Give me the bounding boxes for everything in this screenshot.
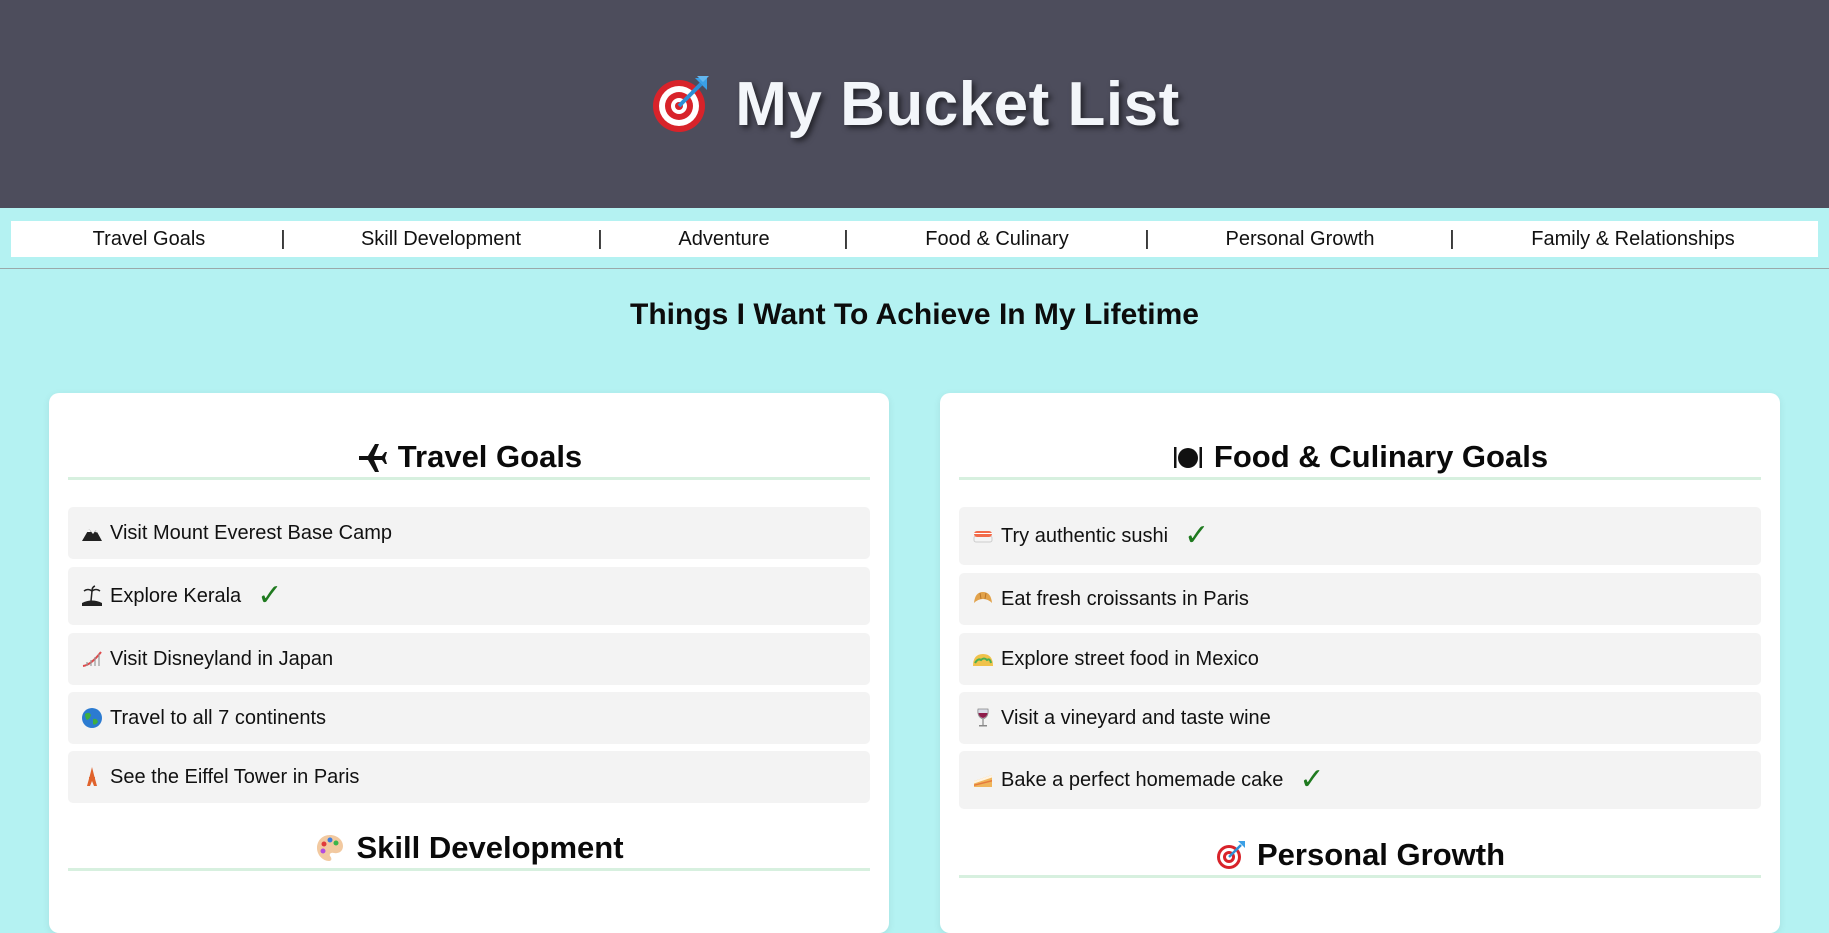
- palette-icon: [317, 835, 344, 861]
- nav-bar: Travel Goals | Skill Development | Adven…: [11, 221, 1818, 257]
- nav-item-skill-development[interactable]: Skill Development: [361, 221, 521, 257]
- taco-icon: [973, 654, 993, 666]
- list-item-text: Visit Disneyland in Japan: [110, 647, 334, 670]
- section-title-label: Food & Culinary Goals: [1213, 439, 1549, 474]
- section-divider: [68, 868, 870, 871]
- wine-glass-icon: [977, 708, 989, 727]
- list-item[interactable]: Travel to all 7 continents: [68, 692, 870, 744]
- goals-card-right: Food & Culinary Goals Try authentic sush…: [940, 393, 1780, 933]
- section-title-label: Personal Growth: [1256, 837, 1506, 872]
- cake-icon: [974, 775, 992, 787]
- list-item[interactable]: Try authentic sushi ✓: [959, 507, 1761, 565]
- goals-card-left: Travel Goals Visit Mount Everest Base Ca…: [49, 393, 889, 933]
- nav-item-adventure[interactable]: Adventure: [678, 221, 769, 257]
- airplane-icon: [358, 444, 387, 472]
- list-item[interactable]: Bake a perfect homemade cake ✓: [959, 751, 1761, 809]
- list-item[interactable]: Explore Kerala ✓: [68, 567, 870, 625]
- section-divider: [959, 875, 1761, 878]
- sushi-icon: [973, 531, 993, 543]
- target-dart-icon: [653, 76, 710, 132]
- page-header: My Bucket List: [0, 0, 1829, 208]
- section-title-label: Skill Development: [356, 830, 624, 865]
- list-item[interactable]: Visit a vineyard and taste wine: [959, 692, 1761, 744]
- section-title-personal-growth: Personal Growth: [959, 837, 1761, 873]
- nav-separator: |: [1144, 228, 1150, 250]
- tower-icon: [87, 767, 97, 786]
- list-item[interactable]: Explore street food in Mexico: [959, 633, 1761, 685]
- nav-separator: |: [843, 228, 849, 250]
- list-item-text: Explore street food in Mexico: [1001, 647, 1259, 670]
- page-heading: Things I Want To Achieve In My Lifetime: [630, 298, 1199, 331]
- nav-separator: |: [597, 228, 603, 250]
- section-title-travel: Travel Goals: [68, 439, 870, 475]
- nav-item-travel-goals[interactable]: Travel Goals: [93, 221, 206, 257]
- section-title-skill-development: Skill Development: [68, 830, 870, 866]
- section-title-label: Travel Goals: [397, 439, 583, 474]
- list-item[interactable]: Visit Mount Everest Base Camp: [68, 507, 870, 559]
- globe-icon: [82, 708, 102, 728]
- roller-coaster-icon: [82, 651, 102, 667]
- list-item[interactable]: See the Eiffel Tower in Paris: [68, 751, 870, 803]
- list-item-text: Explore Kerala: [110, 584, 242, 607]
- nav-item-family-relationships[interactable]: Family & Relationships: [1531, 221, 1734, 257]
- completed-check-icon: ✓: [1184, 519, 1210, 552]
- nav-separator: |: [280, 228, 286, 250]
- list-item[interactable]: Eat fresh croissants in Paris: [959, 573, 1761, 625]
- mountain-icon: [82, 529, 102, 541]
- plate-cutlery-icon: [1173, 447, 1202, 468]
- target-dart-icon: [1216, 841, 1245, 869]
- list-item-text: Visit Mount Everest Base Camp: [110, 521, 392, 544]
- nav-bar-strip: Travel Goals | Skill Development | Adven…: [0, 208, 1829, 269]
- header-title-group: My Bucket List: [649, 69, 1180, 140]
- nav-item-food-culinary[interactable]: Food & Culinary: [925, 221, 1068, 257]
- list-item-text: Try authentic sushi: [1001, 524, 1169, 547]
- completed-check-icon: ✓: [1299, 763, 1325, 796]
- island-icon: [82, 585, 102, 606]
- list-item-text: Travel to all 7 continents: [110, 706, 327, 729]
- list-item-text: See the Eiffel Tower in Paris: [110, 765, 360, 788]
- list-item-text: Bake a perfect homemade cake: [1001, 768, 1284, 791]
- list-item[interactable]: Visit Disneyland in Japan: [68, 633, 870, 685]
- croissant-icon: [974, 592, 992, 603]
- completed-check-icon: ✓: [257, 579, 283, 612]
- nav-separator: |: [1449, 228, 1455, 250]
- page-title: My Bucket List: [735, 69, 1180, 139]
- section-title-food-culinary: Food & Culinary Goals: [959, 439, 1761, 475]
- section-divider: [68, 477, 870, 480]
- list-item-text: Visit a vineyard and taste wine: [1001, 706, 1271, 729]
- list-item-text: Eat fresh croissants in Paris: [1001, 587, 1249, 610]
- section-divider: [959, 477, 1761, 480]
- nav-item-personal-growth[interactable]: Personal Growth: [1226, 221, 1375, 257]
